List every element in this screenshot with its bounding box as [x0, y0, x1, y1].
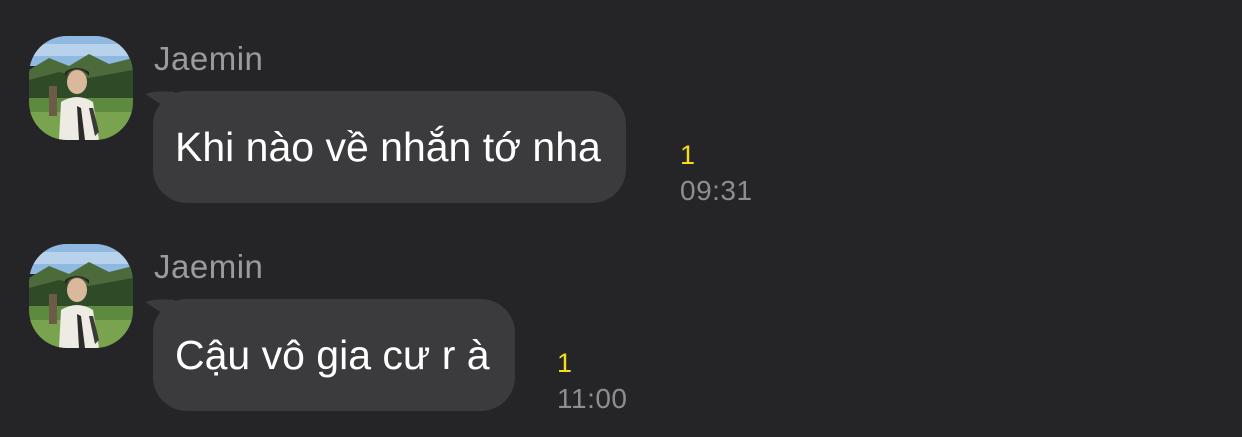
- unread-count: 1: [557, 348, 573, 378]
- sender-name: Jaemin: [154, 40, 264, 77]
- avatar[interactable]: [29, 244, 133, 348]
- message-bubble[interactable]: Khi nào về nhắn tớ nha: [153, 91, 626, 203]
- avatar-photo-icon: [29, 244, 133, 348]
- message-bubble[interactable]: Cậu vô gia cư r à: [153, 299, 515, 411]
- chat-thread: Jaemin Khi nào về nhắn tớ nha 1 09:31 Ja…: [0, 0, 1242, 437]
- sender-name: Jaemin: [154, 248, 264, 285]
- message-time: 11:00: [557, 383, 628, 414]
- unread-count: 1: [680, 140, 696, 170]
- avatar-photo-icon: [29, 36, 133, 140]
- avatar[interactable]: [29, 36, 133, 140]
- message-time: 09:31: [680, 175, 753, 206]
